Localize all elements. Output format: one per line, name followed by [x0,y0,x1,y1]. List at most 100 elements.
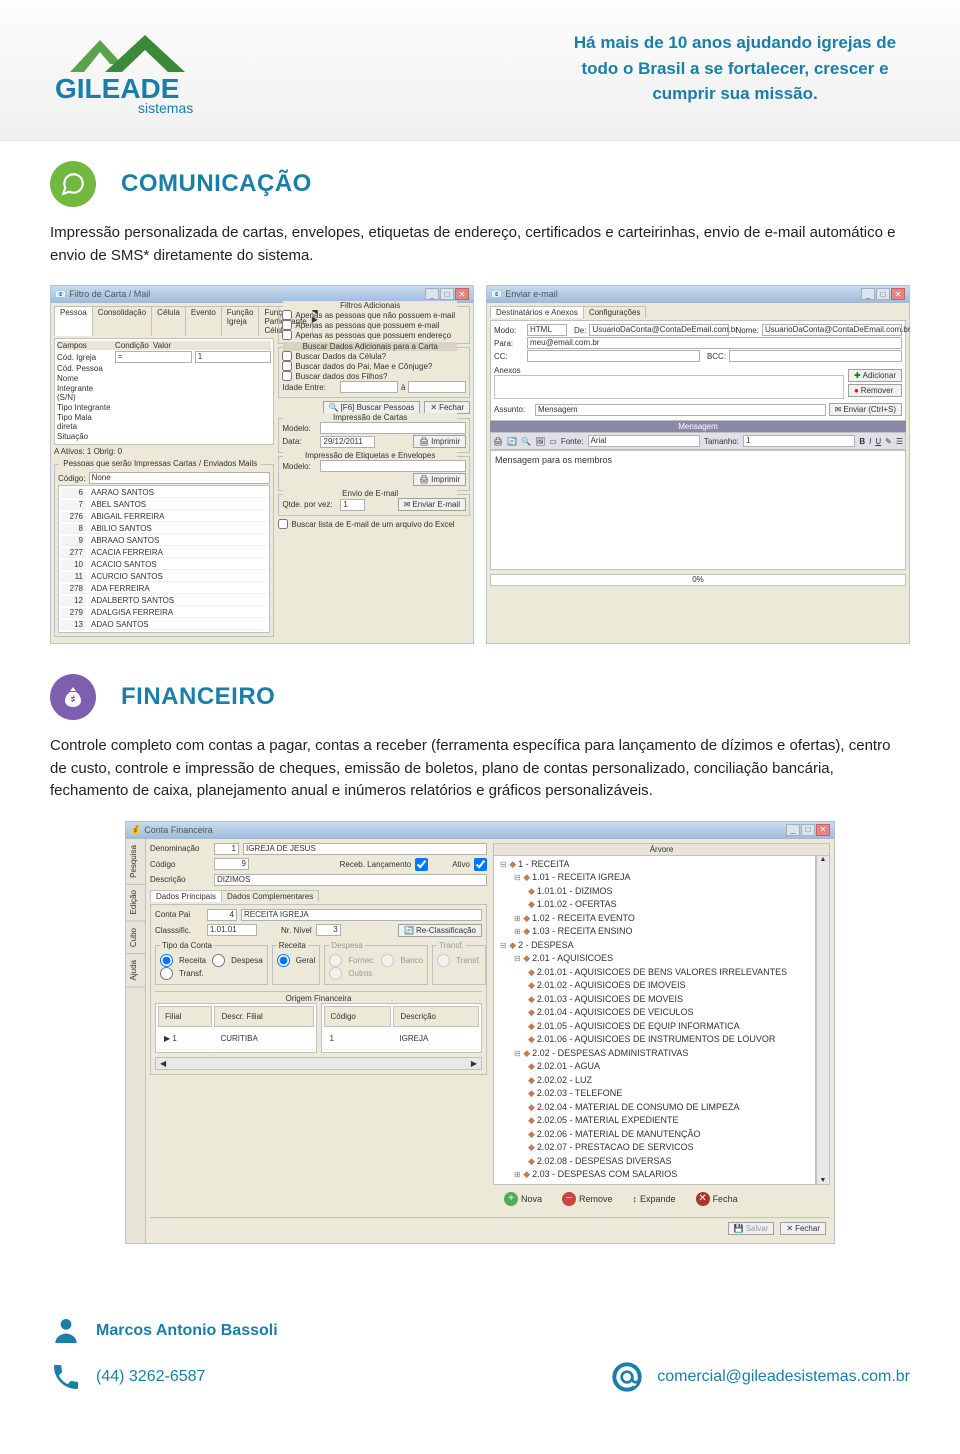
scroll-right-icon[interactable]: ▶ [467,1058,481,1069]
list-icon[interactable]: ☰ [896,437,903,446]
fonte-select[interactable]: Arial [588,435,700,447]
tipo-receita-radio[interactable] [160,954,173,967]
tab-funcao-igreja[interactable]: Função Igreja [221,306,260,336]
expande-button[interactable]: ↕Expande [626,1189,683,1209]
imprimir-etiq-button[interactable]: 🖨 Imprimir [413,473,466,486]
tab-pessoa[interactable]: Pessoa [54,306,93,336]
vtab-edicao[interactable]: Edição [126,884,145,921]
anexos-list[interactable] [494,375,844,399]
section-financeiro: FINANCEIRO Controle completo com contas … [50,674,910,1244]
window-title-text: Filtro de Carta / Mail [69,289,150,299]
valor-input[interactable]: 1 [195,351,272,363]
vtab-pesquisa[interactable]: Pesquisa [126,839,145,885]
de-input[interactable]: UsuarioDaConta@ContaDeEmail.com.br [589,324,729,336]
close-icon[interactable]: ✕ [891,288,905,300]
condicao-select[interactable]: = [115,351,192,363]
tab-dados-compl[interactable]: Dados Complementares [221,890,319,902]
data-input[interactable]: 29/12/2011 [320,436,375,448]
receita-geral-radio[interactable] [277,954,290,967]
chk-com-email[interactable]: Apenas as pessoas que possuem e-mail [282,320,466,330]
tab-evento[interactable]: Evento [185,306,222,336]
codigo-input[interactable]: None [89,472,271,484]
chk-dados-pai[interactable]: Buscar dados do Pai, Mae e Cônjuge? [282,361,466,371]
underline-icon[interactable]: U [875,437,881,446]
phone-icon [50,1360,82,1394]
image-icon[interactable]: 🖼 [535,437,545,446]
nivel-input[interactable]: 3 [316,924,341,936]
window-icon[interactable]: ▭ [549,437,557,446]
print-icon[interactable]: 🖨 [493,437,503,446]
remove-button[interactable]: −Remove [555,1189,620,1209]
bold-icon[interactable]: B [859,437,865,446]
para-input[interactable]: meu@email.com.br [527,337,902,349]
tipo-transf-radio[interactable] [160,967,173,980]
chk-excel[interactable]: Buscar lista de E-mail de um arquivo do … [278,519,470,529]
remover-button[interactable]: ● Remover [848,384,902,397]
tab-celula[interactable]: Célula [151,306,186,336]
vtab-cubo[interactable]: Cubo [126,922,145,954]
refresh-icon[interactable]: 🔄 [507,437,517,446]
descricao-input[interactable]: DIZIMOS [214,874,487,886]
mountain-logo-icon: GILEADE sistemas [50,30,210,120]
close-icon[interactable]: ✕ [455,288,469,300]
tagline-text: Há mais de 10 anos ajudando igrejas de t… [560,30,910,107]
header-band: GILEADE sistemas Há mais de 10 anos ajud… [0,0,960,141]
qtde-input[interactable]: 1 [340,499,365,511]
tab-dados-principais[interactable]: Dados Principais [150,890,222,902]
adicionar-button[interactable]: ✚ Adicionar [848,369,902,382]
tree-scrollbar[interactable]: ▲▼ [816,855,830,1185]
cc-input[interactable] [527,350,700,362]
scroll-left-icon[interactable]: ◀ [156,1058,170,1069]
tipo-despesa-radio[interactable] [212,954,225,967]
section-title-financeiro: FINANCEIRO [121,683,275,711]
section-title-comunicacao: COMUNICAÇÃO [121,170,312,198]
brush-icon[interactable]: ✎ [885,437,892,446]
modo-select[interactable]: HTML [527,324,567,336]
modelo-etiq-input[interactable] [320,460,466,472]
message-body[interactable]: Mensagem para os membros [490,450,906,570]
close-icon[interactable]: ✕ [816,824,830,836]
tab-consolidacao[interactable]: Consolidação [92,306,152,336]
denominacao-input[interactable]: IGREJA DE JESUS [243,843,487,855]
conta-tree[interactable]: ⊟ ◆1 - RECEITA⊟ ◆1.01 - RECEITA IGREJA◆1… [493,855,816,1185]
maximize-icon[interactable]: □ [801,824,815,836]
ativo-checkbox[interactable] [474,858,487,871]
enviar-button[interactable]: ✉ Enviar (Ctrl+S) [829,403,902,416]
maximize-icon[interactable]: □ [876,288,890,300]
tab-config[interactable]: Configurações [583,306,647,318]
fechar-win-button[interactable]: ✕ Fechar [780,1222,826,1235]
chk-dados-celula[interactable]: Buscar Dados da Célula? [282,351,466,361]
tab-destinatarios[interactable]: Destinatários e Anexos [490,306,584,318]
search-icon[interactable]: 🔍 [521,437,531,446]
minimize-icon[interactable]: _ [425,288,439,300]
tamanho-input[interactable]: 1 [743,435,855,447]
minimize-icon[interactable]: _ [786,824,800,836]
reclassif-button[interactable]: 🔄 Re-Classificação [398,924,482,937]
svg-text:sistemas: sistemas [138,100,193,116]
chk-com-endereco[interactable]: Apenas as pessoas que possuem endereço [282,330,466,340]
imprimir-carta-button[interactable]: 🖨 Imprimir [413,435,466,448]
vtab-ajuda[interactable]: Ajuda [126,954,145,987]
codigo-input[interactable]: 9 [214,858,249,870]
section-comunicacao: COMUNICAÇÃO Impressão personalizada de c… [50,161,910,644]
maximize-icon[interactable]: □ [440,288,454,300]
window-filtro-carta: 📧Filtro de Carta / Mail _□✕ Pessoa Conso… [50,285,474,644]
nome-input[interactable]: UsuarioDaConta@ContaDeEmail.com.br [762,324,902,336]
minimize-icon[interactable]: _ [861,288,875,300]
page-footer: Marcos Antonio Bassoli (44) 3262-6587 co… [0,1294,960,1414]
italic-icon[interactable]: I [869,437,871,446]
classific-input[interactable]: 1.01.01 [207,924,257,936]
modelo-input[interactable] [320,422,466,434]
progress-bar: 0% [490,574,906,586]
assunto-input[interactable]: Mensagem [535,404,826,416]
contapai-input[interactable]: RECEITA IGREJA [241,909,482,921]
fecha-tree-button[interactable]: ✕Fecha [689,1189,745,1209]
salvar-button[interactable]: 💾 Salvar [728,1222,775,1235]
enviar-email-button[interactable]: ✉ Enviar E-mail [398,498,466,511]
window-titlebar: 💰Conta Financeira _□✕ [126,822,834,839]
nova-button[interactable]: +Nova [497,1189,549,1209]
receb-checkbox[interactable] [415,858,428,871]
bcc-input[interactable] [729,350,902,362]
chk-dados-filhos[interactable]: Buscar dados dos Filhos? [282,371,466,381]
chk-sem-email[interactable]: Apenas as pessoas que não possuem e-mail [282,310,466,320]
